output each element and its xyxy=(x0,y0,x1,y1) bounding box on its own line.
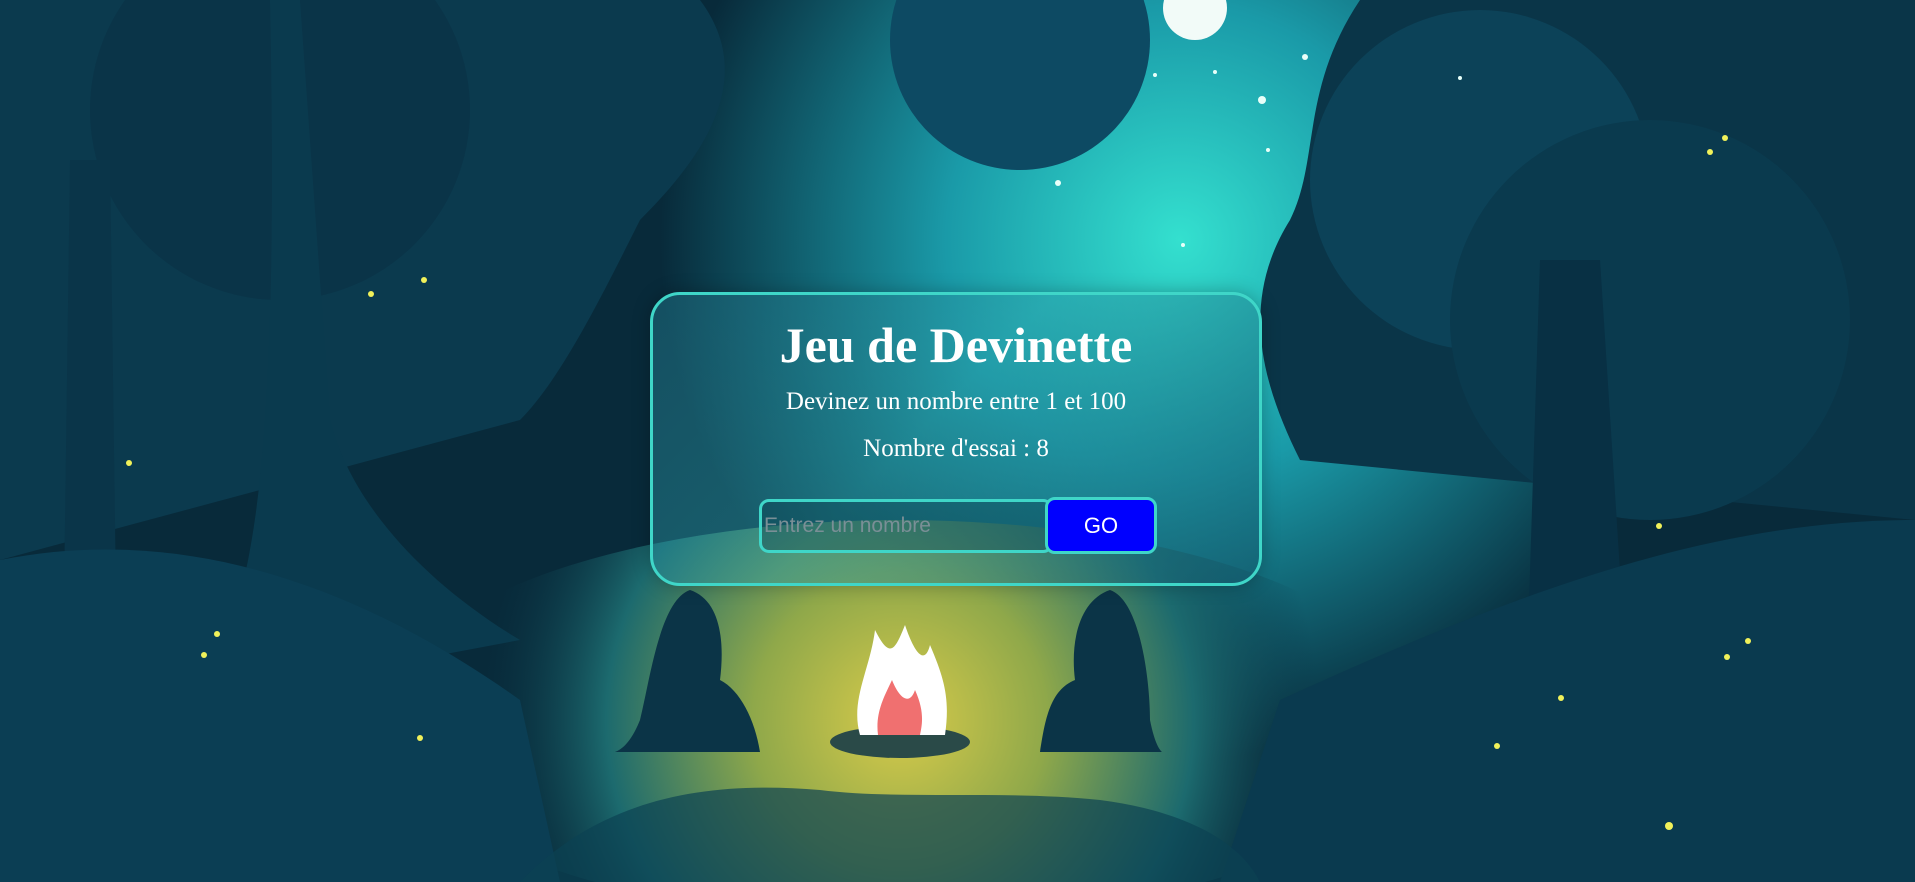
guess-number-input[interactable] xyxy=(759,499,1053,553)
instructions-text: Devinez un nombre entre 1 et 100 xyxy=(785,388,1127,415)
guess-game-card: Jeu de Devinette Devinez un nombre entre… xyxy=(650,292,1262,586)
attempts-counter: Nombre d'essai : 8 xyxy=(863,435,1049,462)
go-button[interactable]: GO xyxy=(1045,497,1157,554)
page-title: Jeu de Devinette xyxy=(779,317,1133,373)
